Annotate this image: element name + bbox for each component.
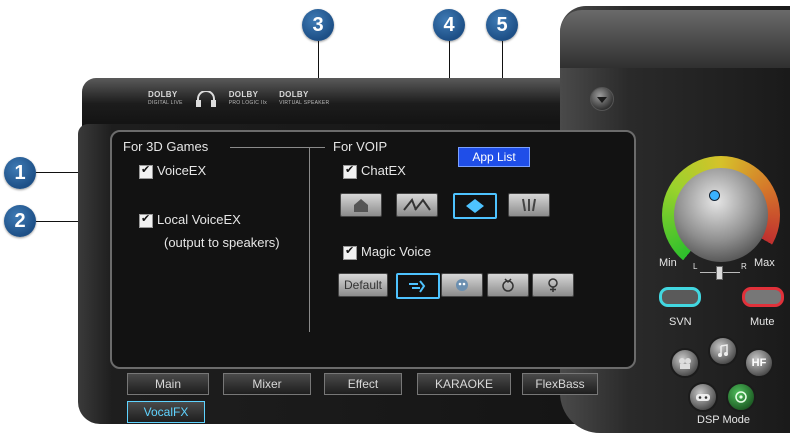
callout-4: 4 [433, 9, 465, 41]
game-mode-icon[interactable] [688, 382, 718, 412]
tab-vocalfx[interactable]: VocalFX [127, 401, 205, 423]
music-mode-icon[interactable] [708, 336, 738, 366]
svn-toggle[interactable] [659, 287, 701, 307]
callout-2: 2 [4, 205, 36, 237]
male-icon[interactable] [487, 273, 529, 297]
tab-mixer[interactable]: Mixer [223, 373, 311, 395]
local-voiceex-checkbox[interactable] [139, 212, 153, 228]
chatex-label: ChatEX [361, 163, 406, 178]
balance-slider-thumb[interactable] [716, 266, 723, 280]
tab-effect[interactable]: Effect [324, 373, 402, 395]
forest-icon[interactable] [508, 193, 550, 217]
mute-toggle[interactable] [742, 287, 784, 307]
local-voiceex-note: (output to speakers) [164, 235, 280, 250]
svn-label: SVN [669, 316, 692, 328]
chevron-down-icon[interactable] [590, 87, 614, 111]
road-icon[interactable] [396, 193, 438, 217]
alien-face-icon[interactable] [441, 273, 483, 297]
volume-knob-face [674, 168, 768, 262]
balance-right-label: R [741, 262, 747, 271]
wave-icon[interactable] [453, 193, 497, 219]
magic-voice-label: Magic Voice [361, 244, 432, 259]
dolby-logo-bar: DOLBY DIGITAL LIVE DOLBY PRO LOGIC IIx DOL… [148, 84, 508, 114]
runner-icon[interactable] [396, 273, 440, 299]
hf-mode-button[interactable]: HF [744, 348, 774, 378]
dolby-pro-logic-logo: DOLBY PRO LOGIC IIx [228, 90, 268, 107]
volume-min-label: Min [659, 257, 677, 269]
3d-mode-icon[interactable] [726, 382, 756, 412]
voip-heading: For VOIP [333, 139, 388, 154]
callout-1: 1 [4, 157, 36, 189]
house-icon[interactable] [340, 193, 382, 217]
dsp-mode-label: DSP Mode [697, 414, 750, 426]
games-heading: For 3D Games [123, 139, 209, 154]
magic-voice-checkbox[interactable] [343, 244, 357, 260]
games-heading-rule [230, 147, 325, 148]
tab-main[interactable]: Main [127, 373, 209, 395]
theater-mode-icon[interactable] [670, 348, 700, 378]
callout-3: 3 [302, 9, 334, 41]
group-divider [309, 147, 310, 332]
local-voiceex-label: Local VoiceEX [157, 212, 241, 227]
dolby-digital-live-logo: DOLBY DIGITAL LIVE [148, 90, 183, 107]
right-panel-top [560, 10, 790, 68]
dolby-virtual-speaker-logo: DOLBY VIRTUAL SPEAKER [279, 90, 330, 107]
balance-left-label: L [693, 262, 698, 271]
default-voice-button[interactable]: Default [338, 273, 388, 297]
mute-label: Mute [750, 316, 775, 328]
callout-5: 5 [486, 9, 518, 41]
tab-karaoke[interactable]: KARAOKE [417, 373, 511, 395]
headphones-icon [195, 90, 217, 107]
voiceex-label: VoiceEX [157, 163, 207, 178]
tab-flexbass[interactable]: FlexBass [522, 373, 598, 395]
female-icon[interactable] [532, 273, 574, 297]
voiceex-checkbox[interactable] [139, 163, 153, 179]
volume-indicator [709, 190, 720, 201]
chatex-checkbox[interactable] [343, 163, 357, 179]
app-list-button[interactable]: App List [458, 147, 530, 167]
volume-max-label: Max [754, 257, 775, 269]
